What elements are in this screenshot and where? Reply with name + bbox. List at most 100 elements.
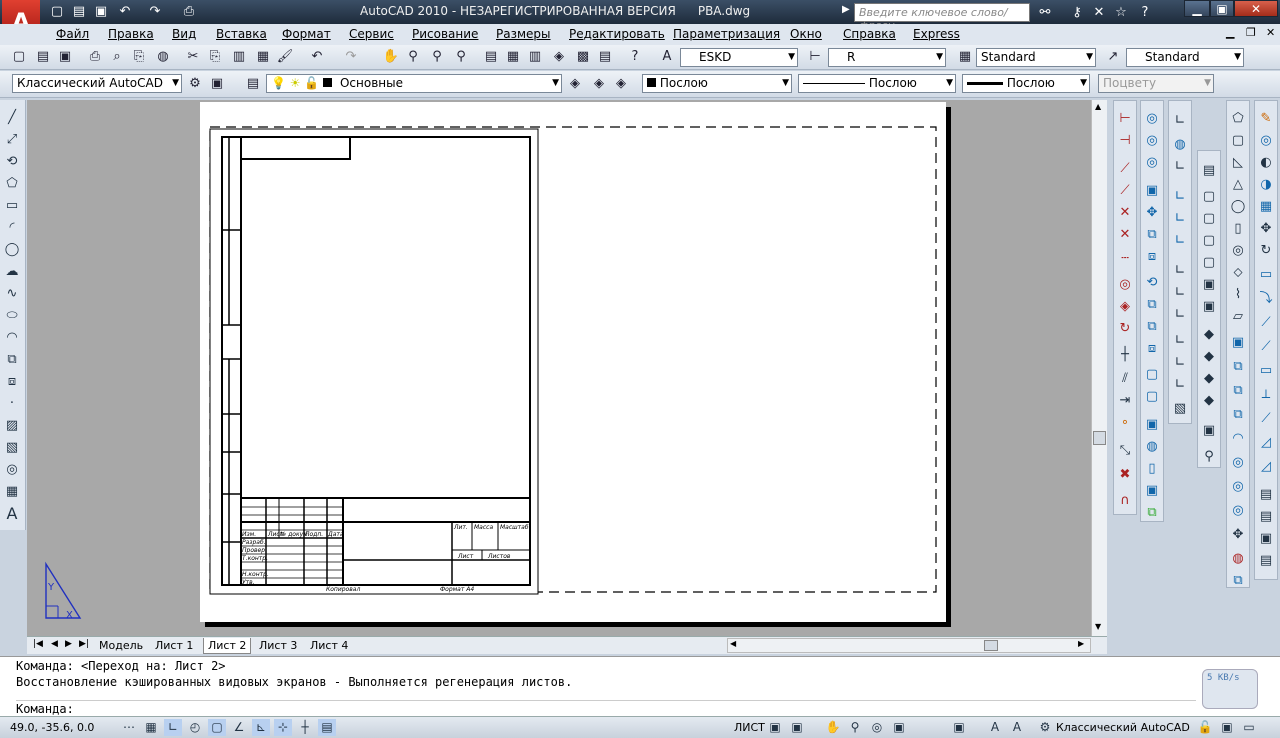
table-style-select[interactable]: Standard ▼ xyxy=(976,48,1096,67)
ucs-apply-icon[interactable]: ▧ xyxy=(1170,399,1190,419)
table-style-icon[interactable]: ▦ xyxy=(956,48,974,66)
dim-style-select[interactable]: R ▼ xyxy=(828,48,946,67)
favorites-icon[interactable]: ☆ xyxy=(1112,4,1130,21)
text-style-select[interactable]: ESKD ▼ xyxy=(680,48,798,67)
layer-states-icon[interactable]: ◈ xyxy=(612,75,630,93)
publish-icon[interactable]: ⎘ xyxy=(130,48,148,66)
sphere-icon[interactable]: ◍ xyxy=(1142,437,1162,457)
workspace-switch-icon[interactable]: ⚙ xyxy=(1036,719,1054,736)
nw-iso-icon[interactable]: ◆ xyxy=(1199,391,1219,411)
zoom-window-icon[interactable]: ⚲ xyxy=(428,48,446,66)
workspace-save-icon[interactable]: ▣ xyxy=(208,75,226,93)
mirror-3d-icon[interactable]: ⧉ xyxy=(1142,295,1162,315)
paste-special-icon[interactable]: ▦ xyxy=(254,48,272,66)
menu-insert[interactable]: Вставка xyxy=(216,27,267,41)
help-icon[interactable]: ? xyxy=(626,48,644,66)
ucs-world-icon[interactable]: ▣ xyxy=(1142,181,1162,201)
box-icon[interactable]: ▢ xyxy=(1142,365,1162,385)
save-icon[interactable]: ▣ xyxy=(56,48,74,66)
binoculars-icon[interactable]: ⚯ xyxy=(1036,4,1054,21)
back-view-icon[interactable]: ▣ xyxy=(1199,297,1219,317)
ucs-origin-icon[interactable]: ∟ xyxy=(1170,261,1190,281)
separate-icon[interactable]: ▤ xyxy=(1256,485,1276,505)
scroll-down-arrow[interactable]: ▼ xyxy=(1095,622,1101,631)
torus-solid-icon[interactable]: ◎ xyxy=(1228,241,1248,261)
solid-union-icon[interactable]: ◎ xyxy=(1256,131,1276,151)
cylinder-solid-icon[interactable]: ▯ xyxy=(1228,219,1248,239)
delete-node-icon[interactable]: ⧈ xyxy=(1142,247,1162,267)
pyramid-icon[interactable]: ⬦ xyxy=(1228,263,1248,283)
intersect-icon[interactable]: ◎ xyxy=(1228,501,1248,521)
annotation-visibility-icon[interactable]: A xyxy=(1008,719,1026,736)
doc-close-button[interactable]: ✕ xyxy=(1266,26,1275,39)
named-views-icon[interactable]: ▤ xyxy=(1199,161,1219,181)
camera-icon[interactable]: ▣ xyxy=(1199,421,1219,441)
sweep-icon[interactable]: ⧉ xyxy=(1228,381,1248,401)
last-tab-arrow[interactable]: ▶| xyxy=(79,639,89,649)
maximize-button[interactable]: ▣ xyxy=(1210,0,1234,17)
undo-icon[interactable]: ↶ xyxy=(308,48,326,66)
ucs-3point-icon[interactable]: ∟ xyxy=(1170,305,1190,325)
revcloud-icon[interactable]: ☁ xyxy=(2,262,22,282)
dim-linear-icon[interactable]: ⊢ xyxy=(1115,109,1135,129)
menu-window[interactable]: Окно xyxy=(790,27,822,41)
properties-icon[interactable]: ▤ xyxy=(482,48,500,66)
node-icon[interactable]: ∘ xyxy=(1115,413,1135,433)
ducs-icon[interactable]: ⊾ xyxy=(252,719,270,736)
ucs-object-icon[interactable]: ∟ xyxy=(1170,209,1190,229)
communication-icon[interactable]: ✕ xyxy=(1090,4,1108,21)
sheet-set-icon[interactable]: ◈ xyxy=(550,48,568,66)
extrude-solid-icon[interactable]: ▣ xyxy=(1228,333,1248,353)
ucs-face-icon[interactable]: ∟ xyxy=(1170,187,1190,207)
tool-palettes-icon[interactable]: ▥ xyxy=(526,48,544,66)
union-icon[interactable]: ◎ xyxy=(1228,453,1248,473)
spline-icon[interactable]: ∿ xyxy=(2,284,22,304)
bottom-view-icon[interactable]: ▢ xyxy=(1199,209,1219,229)
quick-view-layouts-icon[interactable]: ▣ xyxy=(766,719,784,736)
menu-format[interactable]: Формат xyxy=(282,27,331,41)
offset-icon[interactable]: ⫽ xyxy=(1115,369,1135,389)
text-style-icon[interactable]: A xyxy=(658,48,676,66)
layout-mode-label[interactable]: ЛИСТ xyxy=(734,721,765,734)
move-faces-icon[interactable]: ✥ xyxy=(1256,219,1276,239)
zoom-previous-icon[interactable]: ⚲ xyxy=(452,48,470,66)
rotate-3d-icon[interactable]: ⟲ xyxy=(1142,273,1162,293)
snap-icon[interactable]: ⋯ xyxy=(120,719,138,736)
close-button[interactable]: ✕ xyxy=(1234,0,1278,17)
break-icon[interactable]: ┄ xyxy=(1115,249,1135,269)
first-tab-arrow[interactable]: |◀ xyxy=(33,639,43,649)
3d-rotate-icon[interactable]: ◍ xyxy=(1228,549,1248,569)
revolve-icon[interactable]: ⧉ xyxy=(1228,405,1248,425)
3d-move-icon[interactable]: ✥ xyxy=(1228,525,1248,545)
layer-manager-icon[interactable]: ▤ xyxy=(244,75,262,93)
cone-icon[interactable]: ▣ xyxy=(1142,415,1162,435)
gradient-icon[interactable]: ▧ xyxy=(2,438,22,458)
make-current-layer-icon[interactable]: ◈ xyxy=(566,75,584,93)
polar-icon[interactable]: ◴ xyxy=(186,719,204,736)
scroll-right-arrow[interactable]: ▶ xyxy=(1078,639,1084,648)
copy-edges-icon[interactable]: ⟂ xyxy=(1256,385,1276,405)
magnet-icon[interactable]: ∩ xyxy=(1115,491,1135,511)
solid-intersect-icon[interactable]: ◑ xyxy=(1256,175,1276,195)
quick-view-drawings-icon[interactable]: ▣ xyxy=(788,719,806,736)
copy-icon[interactable]: ⎘ xyxy=(206,48,224,66)
match-properties-icon[interactable]: 🖌 xyxy=(276,48,294,66)
workspace-status-label[interactable]: Классический AutoCAD xyxy=(1056,721,1190,734)
construction-line-icon[interactable]: ⤢ xyxy=(2,130,22,150)
calculator-icon[interactable]: ▤ xyxy=(596,48,614,66)
doc-minimize-button[interactable]: ▁ xyxy=(1226,26,1234,39)
layer-previous-icon[interactable]: ◈ xyxy=(590,75,608,93)
right-view-icon[interactable]: ▢ xyxy=(1199,253,1219,273)
constrained-orbit-icon[interactable]: ◎ xyxy=(1142,153,1162,173)
solid-subtract-icon[interactable]: ◐ xyxy=(1256,153,1276,173)
polygon-icon[interactable]: ⬠ xyxy=(2,174,22,194)
zoom-status-icon[interactable]: ⚲ xyxy=(846,719,864,736)
point-icon[interactable]: · xyxy=(2,394,22,414)
redo-icon[interactable]: ↷ xyxy=(146,3,164,20)
annotation-scale-icon[interactable]: A xyxy=(986,719,1004,736)
ellipse-icon[interactable]: ⬭ xyxy=(2,306,22,326)
color-edges-icon[interactable]: ⟋ xyxy=(1256,409,1276,429)
delete-faces-icon[interactable]: ▭ xyxy=(1256,265,1276,285)
color-faces-icon[interactable]: ▭ xyxy=(1256,361,1276,381)
menu-help[interactable]: Справка xyxy=(843,27,896,41)
